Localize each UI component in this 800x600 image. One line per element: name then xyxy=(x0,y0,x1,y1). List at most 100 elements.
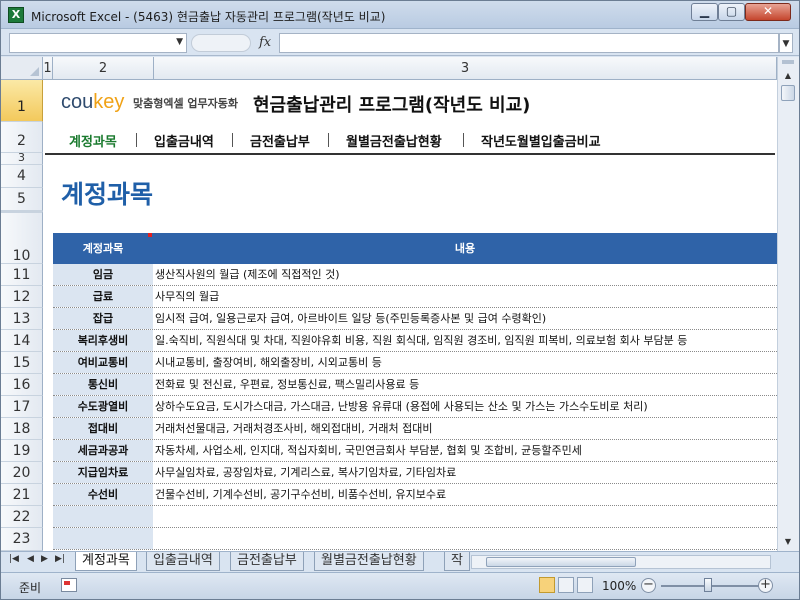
account-cell[interactable]: 수도광열비 xyxy=(53,396,153,417)
row-header[interactable]: 2 xyxy=(1,122,43,153)
table-row[interactable]: 접대비 거래처선물대금, 거래처경조사비, 해외접대비, 거래처 접대비 xyxy=(53,418,777,440)
account-cell[interactable]: 통신비 xyxy=(53,374,153,395)
row-header[interactable]: 10 xyxy=(1,211,43,264)
content-cell[interactable]: 자동차세, 사업소세, 인지대, 적십자회비, 국민연금회사 부담분, 협회 및… xyxy=(155,440,777,461)
nav-monthly-cash-status[interactable]: 월별금전출납현황 xyxy=(346,131,442,150)
name-box[interactable]: ▼ xyxy=(9,33,187,53)
sheet-tab-account-subjects[interactable]: 계정과목 xyxy=(75,552,137,571)
table-row[interactable]: 복리후생비 일.숙직비, 직원식대 및 차대, 직원야유회 비용, 직원 회식대,… xyxy=(53,330,777,352)
table-row[interactable] xyxy=(53,528,777,550)
row-header[interactable]: 23 xyxy=(1,528,43,551)
account-cell[interactable]: 잡급 xyxy=(53,308,153,329)
page-break-view-button[interactable] xyxy=(577,577,593,593)
nav-yearly-comparison[interactable]: 작년도월별입출금비교 xyxy=(481,131,601,150)
row-header[interactable]: 22 xyxy=(1,506,43,528)
normal-view-button[interactable] xyxy=(539,577,555,593)
table-header-content[interactable]: 내용 xyxy=(153,233,777,264)
sheet-tab-cash-book[interactable]: 금전출납부 xyxy=(230,552,304,571)
content-cell[interactable]: 임시적 급여, 일용근로자 급여, 아르바이트 일당 등(주민등록증사본 및 급… xyxy=(155,308,777,329)
content-cell[interactable]: 생산직사원의 월급 (제조에 직접적인 것) xyxy=(155,264,777,285)
row-header[interactable]: 19 xyxy=(1,440,43,462)
vertical-scrollbar[interactable]: ▲ ▼ xyxy=(777,57,799,551)
account-cell[interactable]: 세금과공과 xyxy=(53,440,153,461)
row-header[interactable]: 16 xyxy=(1,374,43,396)
chevron-down-icon[interactable]: ▼ xyxy=(176,37,183,47)
page-layout-view-button[interactable] xyxy=(558,577,574,593)
scroll-down-icon[interactable]: ▼ xyxy=(780,535,796,549)
maximize-button[interactable]: ▢ xyxy=(718,3,745,21)
excel-app-icon[interactable]: X xyxy=(8,7,24,23)
table-row[interactable]: 수도광열비 상하수도요금, 도시가스대금, 가스대금, 난방용 유류대 (용접에 … xyxy=(53,396,777,418)
row-header[interactable]: 17 xyxy=(1,396,43,418)
table-row[interactable]: 세금과공과 자동차세, 사업소세, 인지대, 적십자회비, 국민연금회사 부담분,… xyxy=(53,440,777,462)
content-cell[interactable]: 사무직의 월급 xyxy=(155,286,777,307)
content-cell[interactable]: 전화료 및 전신료, 우편료, 정보통신료, 팩스밀리사용료 등 xyxy=(155,374,777,395)
row-header[interactable]: 11 xyxy=(1,264,43,286)
account-cell[interactable] xyxy=(53,528,153,549)
expand-formula-bar-icon[interactable]: ▼ xyxy=(779,33,793,53)
table-row[interactable]: 통신비 전화료 및 전신료, 우편료, 정보통신료, 팩스밀리사용료 등 xyxy=(53,374,777,396)
worksheet-grid[interactable]: 1 2 3 1 2 3 4 5 10 11 12 13 14 15 16 17 … xyxy=(1,57,777,551)
select-all-button[interactable] xyxy=(1,57,43,80)
zoom-out-button[interactable]: − xyxy=(641,578,656,593)
row-header[interactable]: 12 xyxy=(1,286,43,308)
account-cell[interactable]: 임금 xyxy=(53,264,153,285)
first-sheet-icon[interactable]: |◀ xyxy=(9,554,19,564)
content-cell[interactable]: 시내교통비, 출장여비, 해외출장비, 시외교통비 등 xyxy=(155,352,777,373)
sheet-tab-monthly-cash-status[interactable]: 월별금전출납현황 xyxy=(314,552,424,571)
column-header[interactable]: 1 xyxy=(43,57,53,80)
row-header[interactable]: 13 xyxy=(1,308,43,330)
macro-record-icon[interactable] xyxy=(61,578,77,592)
row-header[interactable]: 18 xyxy=(1,418,43,440)
account-cell[interactable] xyxy=(53,506,153,527)
title-bar[interactable]: X Microsoft Excel - (5463) 현금출납 자동관리 프로그… xyxy=(1,1,799,29)
content-cell[interactable] xyxy=(155,528,777,549)
column-header[interactable]: 2 xyxy=(53,57,154,80)
row-header[interactable]: 15 xyxy=(1,352,43,374)
account-cell[interactable]: 여비교통비 xyxy=(53,352,153,373)
nav-cash-book[interactable]: 금전출납부 xyxy=(250,131,310,150)
sheet-tab-deposit-withdrawal[interactable]: 입출금내역 xyxy=(146,552,220,571)
row-header[interactable]: 14 xyxy=(1,330,43,352)
content-cell[interactable]: 상하수도요금, 도시가스대금, 가스대금, 난방용 유류대 (용접에 사용되는 … xyxy=(155,396,777,417)
account-cell[interactable]: 급료 xyxy=(53,286,153,307)
table-row[interactable]: 임금 생산직사원의 월급 (제조에 직접적인 것) xyxy=(53,264,777,286)
table-row[interactable]: 지급임차료 사무실임차료, 공장임차료, 기계리스료, 복사기임차료, 기타임차료 xyxy=(53,462,777,484)
zoom-slider-thumb[interactable] xyxy=(704,578,712,592)
minimize-button[interactable]: ▁ xyxy=(691,3,718,21)
column-header[interactable]: 3 xyxy=(154,57,777,80)
row-header[interactable]: 3 xyxy=(1,152,43,165)
split-handle[interactable] xyxy=(782,60,794,64)
scroll-up-icon[interactable]: ▲ xyxy=(780,69,796,83)
account-cell[interactable]: 수선비 xyxy=(53,484,153,505)
vertical-scroll-thumb[interactable] xyxy=(781,85,795,101)
nav-deposit-withdrawal[interactable]: 입출금내역 xyxy=(154,131,214,150)
last-sheet-icon[interactable]: ▶| xyxy=(55,554,65,564)
table-row[interactable]: 수선비 건물수선비, 기계수선비, 공기구수선비, 비품수선비, 유지보수료 xyxy=(53,484,777,506)
horizontal-scrollbar[interactable] xyxy=(471,555,771,569)
nav-account-subjects[interactable]: 계정과목 xyxy=(69,131,117,150)
table-row[interactable] xyxy=(53,506,777,528)
zoom-in-button[interactable]: + xyxy=(758,578,773,593)
row-header[interactable]: 5 xyxy=(1,188,43,211)
content-cell[interactable] xyxy=(155,506,777,527)
horizontal-scroll-thumb[interactable] xyxy=(486,557,636,567)
row-header[interactable]: 20 xyxy=(1,462,43,484)
zoom-level[interactable]: 100% xyxy=(602,579,636,593)
prev-sheet-icon[interactable]: ◀ xyxy=(27,554,34,564)
table-row[interactable]: 여비교통비 시내교통비, 출장여비, 해외출장비, 시외교통비 등 xyxy=(53,352,777,374)
content-cell[interactable]: 일.숙직비, 직원식대 및 차대, 직원야유회 비용, 직원 회식대, 임직원 … xyxy=(155,330,777,351)
sheet-tab-yearly-comparison[interactable]: 작 xyxy=(444,552,470,571)
content-cell[interactable]: 거래처선물대금, 거래처경조사비, 해외접대비, 거래처 접대비 xyxy=(155,418,777,439)
content-cell[interactable]: 사무실임차료, 공장임차료, 기계리스료, 복사기임차료, 기타임차료 xyxy=(155,462,777,483)
formula-input[interactable] xyxy=(279,33,779,53)
account-cell[interactable]: 지급임차료 xyxy=(53,462,153,483)
account-cell[interactable]: 복리후생비 xyxy=(53,330,153,351)
table-row[interactable]: 잡급 임시적 급여, 일용근로자 급여, 아르바이트 일당 등(주민등록증사본 및… xyxy=(53,308,777,330)
content-cell[interactable]: 건물수선비, 기계수선비, 공기구수선비, 비품수선비, 유지보수료 xyxy=(155,484,777,505)
close-button[interactable]: ✕ xyxy=(745,3,791,21)
account-cell[interactable]: 접대비 xyxy=(53,418,153,439)
table-header-account[interactable]: 계정과목 xyxy=(53,233,153,264)
row-header[interactable]: 21 xyxy=(1,484,43,506)
insert-function-icon[interactable]: fx xyxy=(259,35,271,50)
